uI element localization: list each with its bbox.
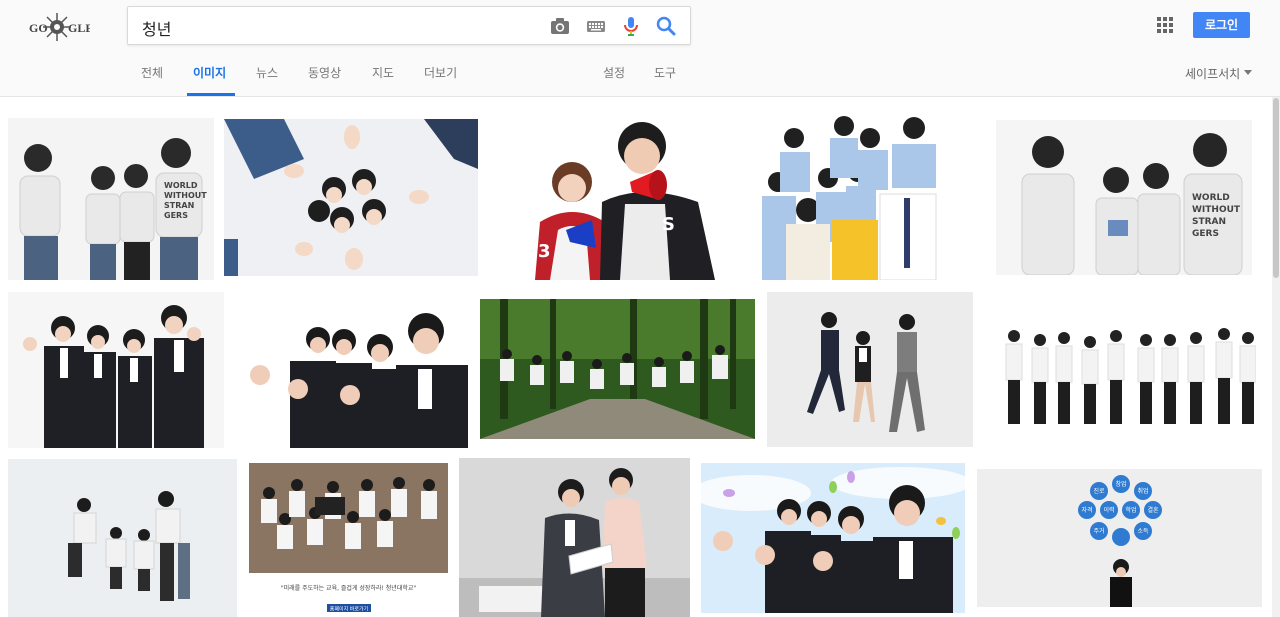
tab-images[interactable]: 이미지 xyxy=(193,64,226,81)
scrollbar-thumb[interactable] xyxy=(1273,98,1279,278)
image-result[interactable] xyxy=(701,463,965,613)
image-result[interactable] xyxy=(746,116,976,280)
tab-videos[interactable]: 동영상 xyxy=(308,64,341,81)
tab-tools[interactable]: 도구 xyxy=(654,64,676,81)
image-result[interactable]: 창업 진로 취업 자격 이력 학업 결혼 주거 소득 xyxy=(977,469,1262,607)
login-button[interactable]: 로그인 xyxy=(1193,12,1250,38)
active-tab-indicator xyxy=(187,93,235,96)
thumbnail-button: 홈페이지 바로가기 xyxy=(330,606,368,613)
keyboard-icon[interactable] xyxy=(585,15,607,37)
svg-text:WITHOUT: WITHOUT xyxy=(164,191,207,200)
bubble-label: 결혼 xyxy=(1147,506,1159,514)
doodle-logo[interactable]: GO GLE xyxy=(28,11,90,43)
caret-down-icon[interactable] xyxy=(1244,70,1252,75)
bubble-label: 창업 xyxy=(1115,480,1126,488)
svg-text:WORLD: WORLD xyxy=(164,181,198,190)
bubble-label: 소득 xyxy=(1137,528,1149,535)
doodle-logo-graphic: GO GLE xyxy=(29,13,90,41)
apps-grid-icon[interactable] xyxy=(1157,17,1173,33)
camera-icon[interactable] xyxy=(549,15,571,37)
svg-text:STRAN: STRAN xyxy=(1192,217,1226,227)
top-bar: GO GLE 청년 로그인 전체 이미지 뉴스 동영상 지도 더보기 설정 도구… xyxy=(0,0,1280,97)
image-result[interactable] xyxy=(8,292,224,448)
tab-news[interactable]: 뉴스 xyxy=(256,64,278,81)
svg-text:GERS: GERS xyxy=(1192,229,1219,239)
image-result[interactable]: WORLD WITHOUT STRAN GERS xyxy=(996,120,1252,275)
tab-all[interactable]: 전체 xyxy=(141,64,163,81)
image-result[interactable] xyxy=(224,119,478,276)
image-result[interactable] xyxy=(480,299,755,439)
microphone-icon[interactable] xyxy=(620,15,642,37)
image-result[interactable] xyxy=(767,292,973,447)
image-result[interactable] xyxy=(986,316,1256,434)
search-icon[interactable] xyxy=(655,15,677,37)
svg-text:GERS: GERS xyxy=(164,211,188,220)
image-result[interactable] xyxy=(459,458,690,617)
svg-text:WORLD: WORLD xyxy=(1192,193,1230,203)
thumbnail-caption: "미래를 주도하는 교육, 즐겁게 성장하라! 청년대학교" xyxy=(281,584,417,592)
image-result[interactable]: WORLD WITHOUT STRAN GERS xyxy=(8,118,214,280)
svg-text:WITHOUT: WITHOUT xyxy=(1192,205,1241,215)
tab-more[interactable]: 더보기 xyxy=(424,64,457,81)
search-tabs: 전체 이미지 뉴스 동영상 지도 더보기 설정 도구 세이프서치 xyxy=(0,60,1280,97)
tab-maps[interactable]: 지도 xyxy=(372,64,394,81)
search-box[interactable]: 청년 xyxy=(127,6,691,45)
bubble-label: 진로 xyxy=(1093,487,1105,495)
image-result[interactable]: "미래를 주도하는 교육, 즐겁게 성장하라! 청년대학교" 홈페이지 바로가기 xyxy=(249,463,448,617)
svg-text:S: S xyxy=(662,214,675,235)
tab-settings[interactable]: 설정 xyxy=(603,64,625,81)
bubble-label: 자격 xyxy=(1081,506,1092,514)
search-input[interactable]: 청년 xyxy=(142,16,171,40)
safe-search-dropdown[interactable]: 세이프서치 xyxy=(1185,65,1240,82)
image-result[interactable] xyxy=(8,459,237,617)
bubble-label: 이력 xyxy=(1103,506,1114,514)
image-result[interactable] xyxy=(240,303,468,448)
svg-text:STRAN: STRAN xyxy=(164,201,194,210)
svg-text:GLE: GLE xyxy=(68,21,90,35)
bubble-label: 학업 xyxy=(1125,506,1136,514)
svg-text:3: 3 xyxy=(538,241,551,262)
bubble-label: 주거 xyxy=(1093,527,1104,535)
image-result[interactable]: 3 S xyxy=(530,122,730,280)
svg-text:GO: GO xyxy=(29,21,48,35)
bubble-label: 취업 xyxy=(1137,487,1148,495)
